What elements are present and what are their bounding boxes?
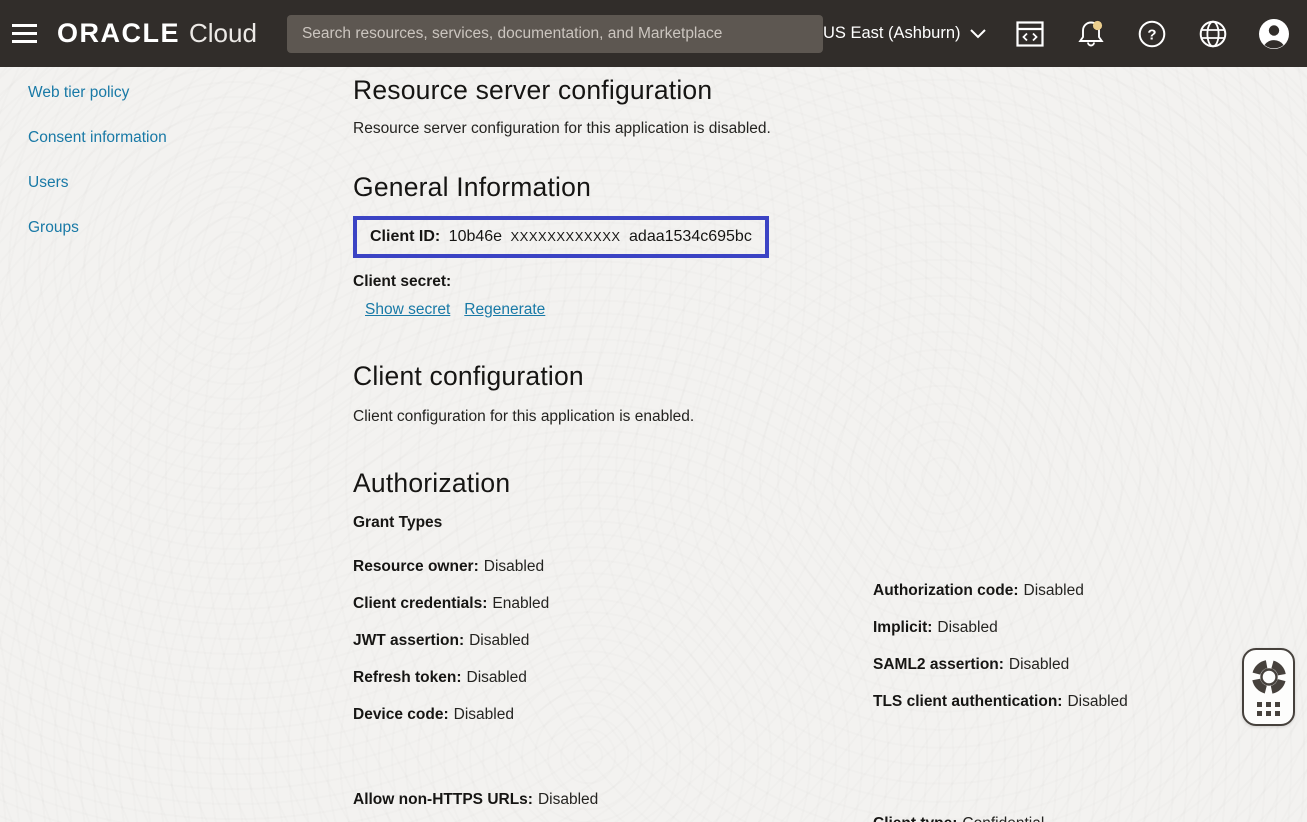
field-client-type: Client type:Confidential: [873, 815, 1044, 822]
chevron-down-icon: [970, 29, 986, 39]
client-id-masked: XXXXXXXXXXXX: [511, 229, 621, 244]
client-id-label: Client ID:: [370, 228, 440, 245]
sidebar-item-users[interactable]: Users: [28, 174, 353, 192]
regenerate-link[interactable]: Regenerate: [464, 301, 545, 319]
region-label: US East (Ashburn): [823, 24, 961, 43]
field-resource-owner: Resource owner:Disabled: [353, 558, 873, 576]
oracle-cloud-logo: ORACLE Cloud: [57, 18, 257, 49]
notification-badge: [1092, 20, 1101, 29]
resource-server-title: Resource server configuration: [353, 75, 1287, 106]
grant-types-label: Grant Types: [353, 514, 1287, 532]
help-icon[interactable]: ?: [1135, 17, 1169, 51]
authorization-title: Authorization: [353, 468, 1287, 499]
region-selector[interactable]: US East (Ashburn): [823, 24, 986, 43]
cloud-logo-text: Cloud: [189, 18, 257, 49]
svg-text:?: ?: [1147, 26, 1156, 43]
client-id-prefix: 10b46e: [449, 228, 502, 245]
sidebar-item-web-tier-policy[interactable]: Web tier policy: [28, 84, 353, 102]
show-secret-link[interactable]: Show secret: [365, 301, 450, 319]
field-authorization-code: Authorization code:Disabled: [873, 582, 1128, 600]
globe-language-icon[interactable]: [1196, 17, 1230, 51]
field-jwt-assertion: JWT assertion:Disabled: [353, 632, 873, 650]
search-input[interactable]: [287, 15, 823, 53]
notifications-bell-icon[interactable]: [1074, 17, 1108, 51]
sidebar-item-groups[interactable]: Groups: [28, 219, 353, 237]
field-implicit: Implicit:Disabled: [873, 619, 1128, 637]
hamburger-menu-icon[interactable]: [12, 16, 37, 52]
field-saml2-assertion: SAML2 assertion:Disabled: [873, 656, 1128, 674]
general-information-title: General Information: [353, 172, 1287, 203]
field-client-credentials: Client credentials:Enabled: [353, 595, 873, 613]
field-refresh-token: Refresh token:Disabled: [353, 669, 873, 687]
client-id-suffix: adaa1534c695bc: [629, 228, 752, 245]
client-configuration-title: Client configuration: [353, 361, 1287, 392]
client-secret-label: Client secret:: [353, 273, 1287, 291]
floating-help-widget: [1242, 648, 1295, 726]
client-id-highlight-box: Client ID: 10b46e XXXXXXXXXXXX adaa1534c…: [353, 216, 769, 258]
user-avatar[interactable]: [1257, 17, 1291, 51]
field-tls-client-authentication: TLS client authentication:Disabled: [873, 693, 1128, 711]
support-lifebuoy-icon[interactable]: [1251, 659, 1287, 695]
main-content: Resource server configuration Resource s…: [353, 67, 1307, 822]
client-configuration-description: Client configuration for this applicatio…: [353, 408, 1287, 426]
resource-server-description: Resource server configuration for this a…: [353, 120, 1287, 138]
grid-menu-icon[interactable]: [1257, 702, 1280, 716]
field-device-code: Device code:Disabled: [353, 706, 873, 724]
oracle-logo-text: ORACLE: [57, 18, 180, 49]
top-bar: ORACLE Cloud US East (Ashburn): [0, 0, 1307, 67]
sidebar-item-consent-information[interactable]: Consent information: [28, 129, 353, 147]
developer-console-icon[interactable]: [1013, 17, 1047, 51]
field-allow-non-https-urls: Allow non-HTTPS URLs:Disabled: [353, 791, 873, 809]
sidebar-nav: Web tier policy Consent information User…: [0, 67, 353, 822]
